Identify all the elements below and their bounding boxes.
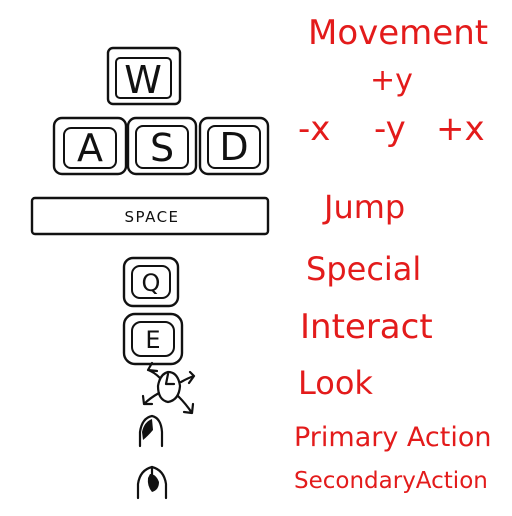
look-label: Look: [298, 364, 373, 402]
s-key: S: [126, 116, 198, 176]
controls-diagram: W A S D SPACE Q E Movement +y -x -y +x J…: [0, 0, 512, 512]
jump-label: Jump: [322, 188, 405, 226]
e-key: E: [122, 312, 184, 366]
minus-y-label: -y: [374, 109, 406, 149]
s-key-label: S: [150, 126, 174, 170]
space-key: SPACE: [30, 196, 270, 236]
q-key: Q: [122, 256, 180, 308]
minus-x-label: -x: [298, 109, 330, 149]
movement-label: Movement: [308, 13, 488, 53]
w-key: W: [106, 46, 182, 106]
d-key: D: [198, 116, 270, 176]
space-key-label: SPACE: [124, 208, 179, 226]
secondary-action-label: SecondaryAction: [294, 468, 488, 494]
primary-action-label: Primary Action: [294, 422, 491, 453]
special-label: Special: [306, 250, 421, 288]
a-key: A: [52, 116, 128, 176]
mouse-left-click-icon: [138, 414, 164, 448]
w-key-label: W: [124, 58, 162, 102]
plus-y-label: +y: [370, 63, 413, 98]
mouse-right-click-icon: [136, 465, 168, 500]
mouse-move-icon: [141, 361, 196, 415]
a-key-label: A: [77, 126, 103, 170]
d-key-label: D: [219, 125, 248, 169]
plus-x-label: +x: [436, 109, 485, 149]
q-key-label: Q: [142, 269, 161, 297]
interact-label: Interact: [300, 307, 433, 347]
controls-canvas: W A S D SPACE Q E Movement +y -x -y +x J…: [30, 13, 491, 500]
e-key-label: E: [145, 326, 160, 354]
